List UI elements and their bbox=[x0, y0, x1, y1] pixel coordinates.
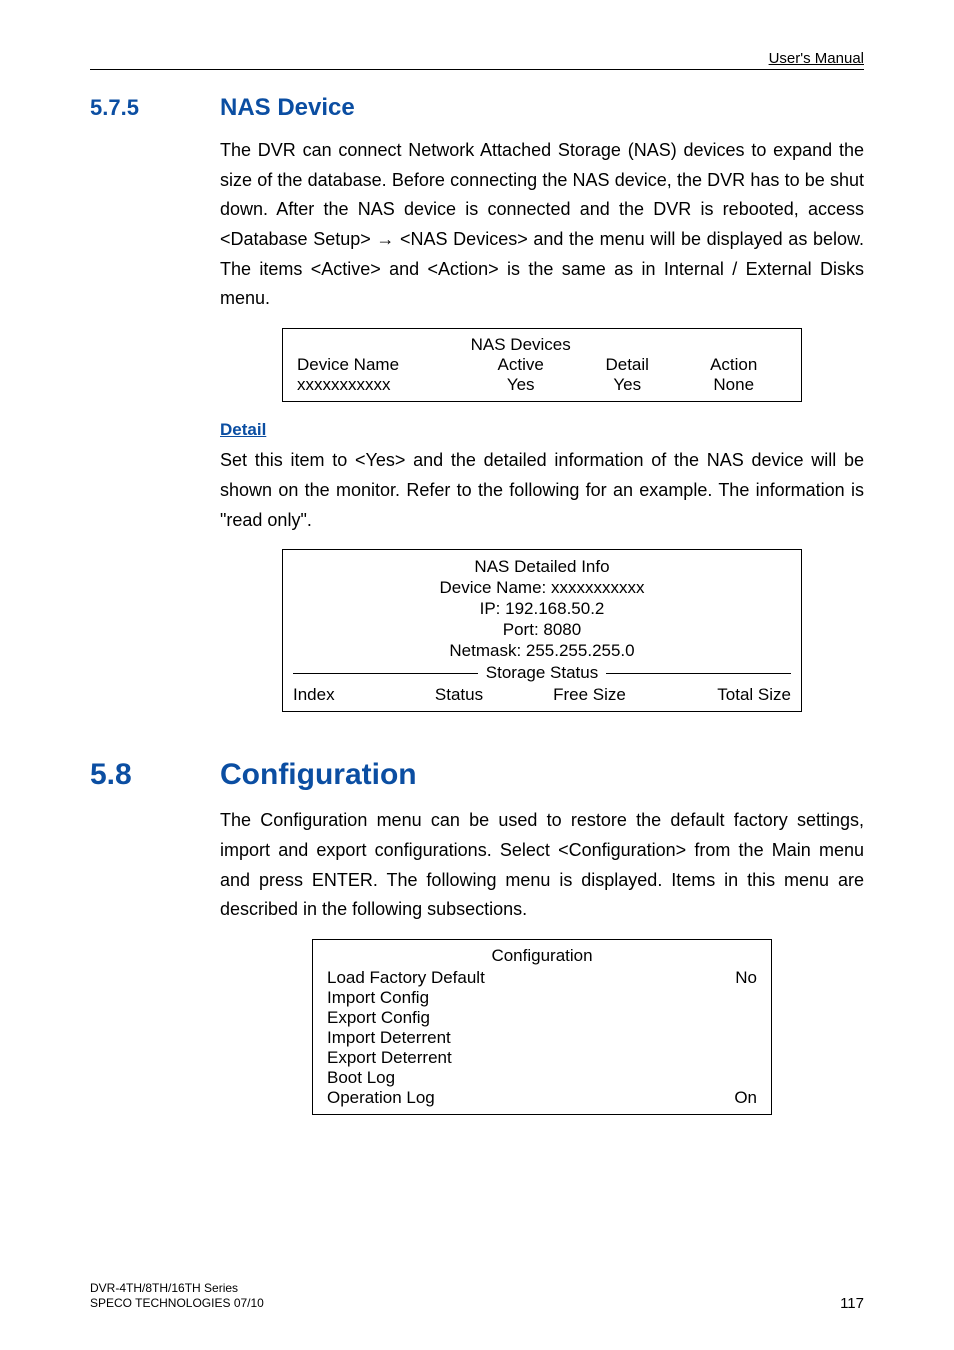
col-detail: Detail bbox=[574, 355, 681, 375]
config-label: Load Factory Default bbox=[327, 968, 485, 988]
config-paragraph: The Configuration menu can be used to re… bbox=[220, 806, 864, 925]
detail-ip: IP: 192.168.50.2 bbox=[293, 599, 791, 619]
config-label: Export Deterrent bbox=[327, 1048, 452, 1068]
col-active: Active bbox=[467, 355, 574, 375]
section-number: 5.8 bbox=[90, 758, 220, 792]
page-footer: DVR-4TH/8TH/16TH Series SPECO TECHNOLOGI… bbox=[90, 1281, 864, 1312]
configuration-menu-box: Configuration Load Factory Default No Imp… bbox=[312, 939, 772, 1115]
col-device-name: Device Name bbox=[297, 355, 467, 375]
config-row-boot-log: Boot Log bbox=[327, 1068, 757, 1088]
config-row-import-deterrent: Import Deterrent bbox=[327, 1028, 757, 1048]
config-row-import-config: Import Config bbox=[327, 988, 757, 1008]
detail-columns-row: Index Status Free Size Total Size bbox=[293, 685, 791, 705]
config-value: No bbox=[735, 968, 757, 988]
col-free-size: Free Size bbox=[518, 685, 660, 705]
section-5-7-5-body: The DVR can connect Network Attached Sto… bbox=[220, 136, 864, 712]
footer-line-2: SPECO TECHNOLOGIES 07/10 bbox=[90, 1296, 264, 1312]
nas-detailed-info-box: NAS Detailed Info Device Name: xxxxxxxxx… bbox=[282, 549, 802, 712]
config-row-load-factory-default: Load Factory Default No bbox=[327, 968, 757, 988]
cell-action: None bbox=[680, 375, 787, 395]
detail-subheading: Detail bbox=[220, 420, 864, 440]
cell-detail: Yes bbox=[574, 375, 681, 395]
detail-port: Port: 8080 bbox=[293, 620, 791, 640]
footer-left-block: DVR-4TH/8TH/16TH Series SPECO TECHNOLOGI… bbox=[90, 1281, 264, 1312]
nas-devices-table: NAS Devices Device Name Active Detail Ac… bbox=[282, 328, 802, 402]
rule-left bbox=[293, 673, 478, 674]
config-row-export-deterrent: Export Deterrent bbox=[327, 1048, 757, 1068]
config-box-title: Configuration bbox=[327, 946, 757, 966]
section-5-8-header: 5.8 Configuration bbox=[90, 758, 864, 792]
storage-status-divider: Storage Status bbox=[293, 663, 791, 683]
nas-table-data-row: xxxxxxxxxxx Yes Yes None bbox=[297, 375, 787, 395]
cell-active: Yes bbox=[467, 375, 574, 395]
config-label: Import Config bbox=[327, 988, 429, 1008]
nas-table-title: NAS Devices bbox=[467, 335, 574, 355]
page-number: 117 bbox=[840, 1295, 864, 1312]
detail-device-name: Device Name: xxxxxxxxxxx bbox=[293, 578, 791, 598]
config-label: Boot Log bbox=[327, 1068, 395, 1088]
nas-paragraph: The DVR can connect Network Attached Sto… bbox=[220, 136, 864, 314]
rule-right bbox=[606, 673, 791, 674]
section-title: Configuration bbox=[220, 758, 417, 792]
detail-netmask: Netmask: 255.255.255.0 bbox=[293, 641, 791, 661]
config-label: Export Config bbox=[327, 1008, 430, 1028]
col-index: Index bbox=[293, 685, 400, 705]
col-action: Action bbox=[680, 355, 787, 375]
section-5-8-body: The Configuration menu can be used to re… bbox=[220, 806, 864, 1115]
config-row-export-config: Export Config bbox=[327, 1008, 757, 1028]
config-label: Import Deterrent bbox=[327, 1028, 451, 1048]
config-label: Operation Log bbox=[327, 1088, 435, 1108]
detail-paragraph: Set this item to <Yes> and the detailed … bbox=[220, 446, 864, 535]
col-status: Status bbox=[400, 685, 519, 705]
config-row-operation-log: Operation Log On bbox=[327, 1088, 757, 1108]
section-title: NAS Device bbox=[220, 94, 355, 122]
nas-table-header-row: Device Name Active Detail Action bbox=[297, 355, 787, 375]
cell-device-name: xxxxxxxxxxx bbox=[297, 375, 467, 395]
detail-title: NAS Detailed Info bbox=[293, 557, 791, 577]
storage-status-label: Storage Status bbox=[478, 663, 606, 683]
header-right: User's Manual bbox=[769, 50, 864, 67]
section-5-7-5-header: 5.7.5 NAS Device bbox=[90, 94, 864, 122]
header-bar: User's Manual bbox=[90, 50, 864, 70]
page: User's Manual 5.7.5 NAS Device The DVR c… bbox=[0, 0, 954, 1350]
config-value: On bbox=[734, 1088, 757, 1108]
col-total-size: Total Size bbox=[661, 685, 791, 705]
section-number: 5.7.5 bbox=[90, 95, 220, 121]
footer-line-1: DVR-4TH/8TH/16TH Series bbox=[90, 1281, 264, 1297]
